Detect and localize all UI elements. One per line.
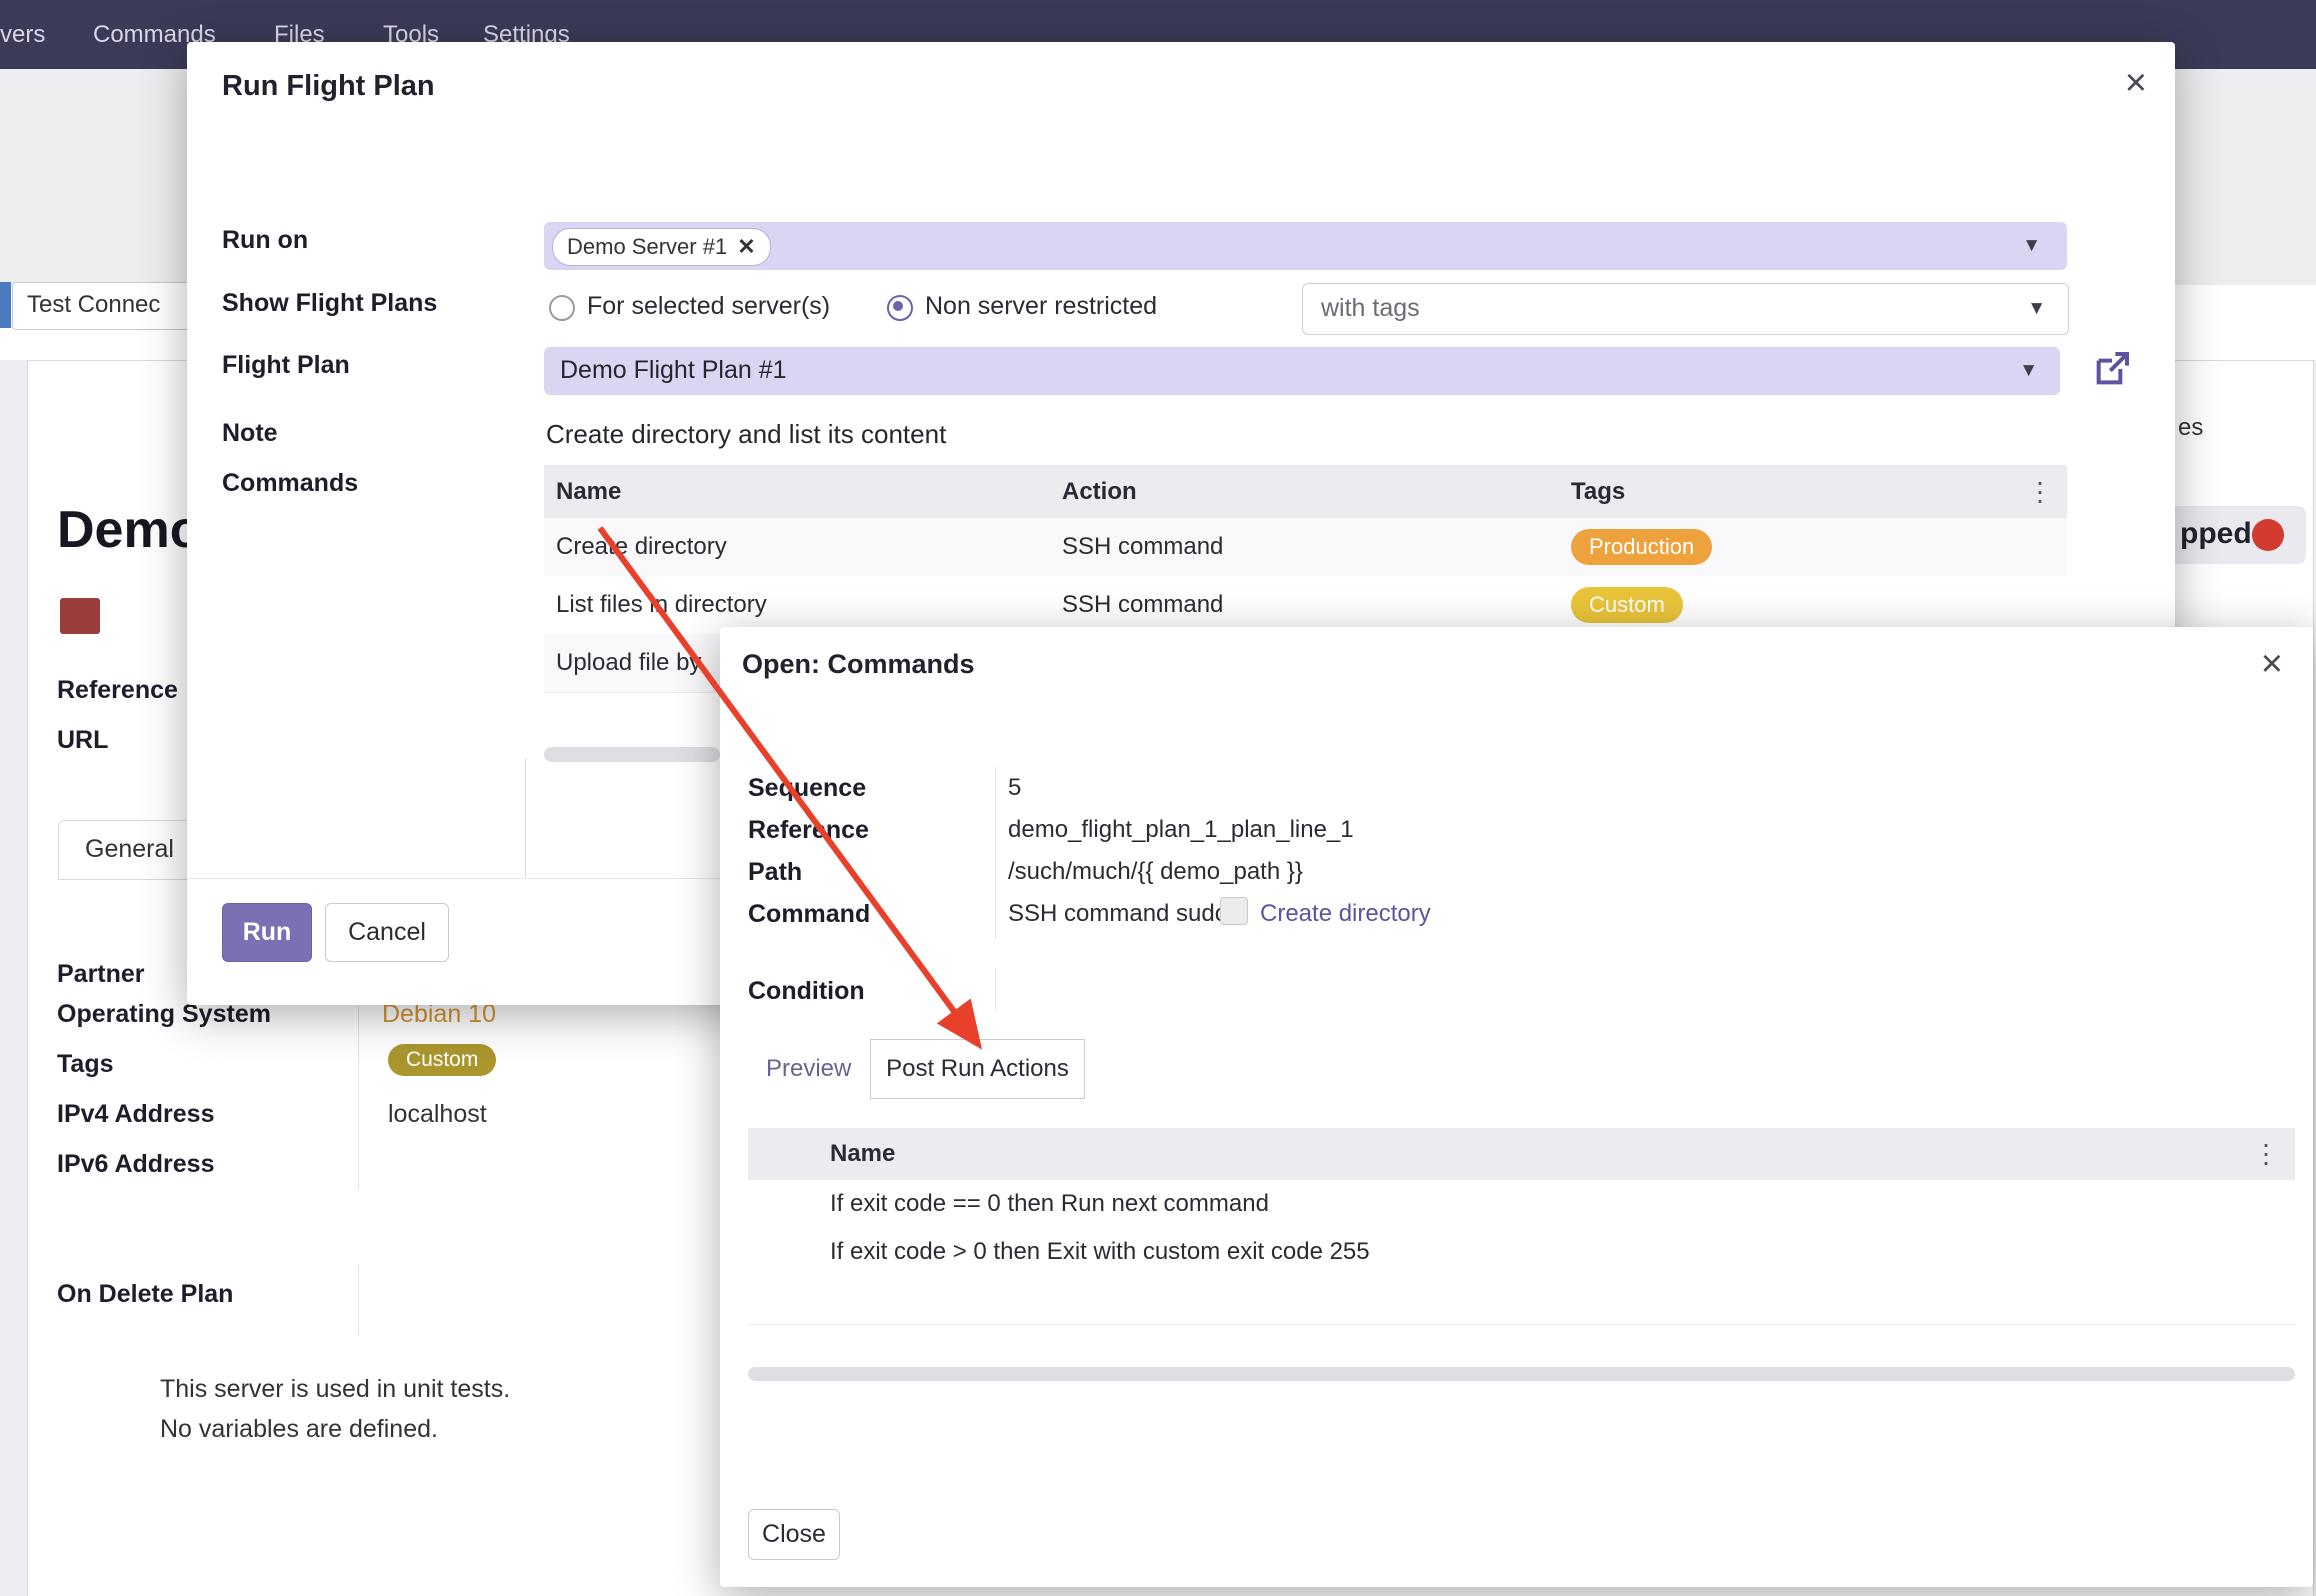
radio-for-selected-servers-label: For selected server(s) [587,292,830,321]
tab-preview[interactable]: Preview [766,1055,851,1083]
table-row-empty [748,1276,2295,1325]
server-chip-label: Demo Server #1 [567,234,727,260]
open-modal-close-icon[interactable]: × [2261,645,2283,683]
nav-item-servers[interactable]: vers [0,0,45,69]
server-heading: Demo [57,500,201,560]
cell-name: Create directory [556,533,727,561]
sequence-label: Sequence [748,774,866,803]
col-name[interactable]: Name [830,1140,895,1168]
unit-test-note: This server is used in unit tests. [160,1375,510,1404]
create-directory-link[interactable]: Create directory [1260,900,1431,928]
external-link-icon[interactable] [2092,349,2132,389]
cell-name: If exit code > 0 then Exit with custom e… [830,1238,1370,1266]
condition-label: Condition [748,977,865,1006]
reference-label: Reference [748,816,869,845]
table-row[interactable]: If exit code > 0 then Exit with custom e… [748,1228,2295,1277]
chevron-down-icon: ▼ [2019,360,2038,382]
path-label: Path [748,858,802,887]
radio-for-selected-servers[interactable] [549,295,575,321]
chevron-down-icon: ▼ [2022,235,2041,257]
commands-table-header: Name Action Tags ⋮ [544,465,2067,519]
command-checkbox[interactable] [1220,897,1248,925]
status-partial-label: pped [2180,517,2252,551]
run-button[interactable]: Run [222,903,312,962]
path-value: /such/much/{{ demo_path }} [1008,858,1303,886]
radio-non-server-restricted[interactable] [887,295,913,321]
cancel-button[interactable]: Cancel [325,903,449,962]
show-flight-plans-label: Show Flight Plans [222,289,437,318]
chip-remove-icon[interactable]: ✕ [737,234,755,260]
open-commands-modal: Open: Commands × Sequence Reference Path… [720,627,2313,1587]
flight-plan-select[interactable]: Demo Flight Plan #1 ▼ [544,347,2060,395]
divider-line [525,758,526,878]
partial-primary-button[interactable] [0,282,11,328]
color-swatch [60,598,100,634]
table-options-icon[interactable]: ⋮ [2253,1139,2279,1170]
close-button[interactable]: Close [748,1509,840,1560]
cell-name: List files in directory [556,591,767,619]
flight-plan-label: Flight Plan [222,351,350,380]
cell-action: SSH command [1062,591,1223,619]
cell-action: SSH command [1062,533,1223,561]
with-tags-dropdown-value: with tags [1321,294,1420,323]
run-modal-close-icon[interactable]: × [2125,64,2147,102]
run-on-label: Run on [222,226,308,255]
col-action[interactable]: Action [1062,478,1137,506]
run-on-field[interactable]: Demo Server #1 ✕ ▼ [544,222,2067,270]
table-row[interactable]: Create directory SSH command Production [544,518,2067,577]
reference-label: Reference [57,676,178,705]
ipv6-label: IPv6 Address [57,1150,214,1179]
open-modal-title: Open: Commands [742,649,975,680]
tags-badge: Custom [388,1044,496,1076]
reference-value: demo_flight_plan_1_plan_line_1 [1008,816,1354,844]
radio-non-server-restricted-label: Non server restricted [925,292,1157,321]
field-divider-line-2 [358,1265,359,1335]
condition-divider [995,968,996,1010]
tag-badge: Production [1571,529,1712,565]
col-name[interactable]: Name [556,478,621,506]
col-tags[interactable]: Tags [1571,478,1625,506]
url-label: URL [57,726,108,755]
note-label: Note [222,419,278,448]
on-delete-plan-label: On Delete Plan [57,1280,233,1309]
with-tags-dropdown[interactable]: with tags ▼ [1302,283,2069,335]
actions-table-header: Name ⋮ [748,1128,2295,1181]
run-modal-title: Run Flight Plan [222,70,435,103]
partner-label: Partner [57,960,145,989]
commands-label: Commands [222,469,358,498]
screen: vers Commands Files Tools Settings Test … [0,0,2316,1596]
cell-name: If exit code == 0 then Run next command [830,1190,1269,1218]
partial-right-text: es [2178,414,2203,442]
ipv4-label: IPv4 Address [57,1100,214,1129]
no-variables-note: No variables are defined. [160,1415,438,1444]
tag-badge: Custom [1571,587,1683,623]
horizontal-scrollbar[interactable] [748,1367,2295,1381]
tab-post-run-actions[interactable]: Post Run Actions [870,1039,1085,1099]
horizontal-scrollbar[interactable] [544,747,720,762]
test-connection-button[interactable]: Test Connec [12,282,208,330]
label-value-divider [995,767,996,939]
flight-plan-select-value: Demo Flight Plan #1 [560,356,787,385]
command-label: Command [748,900,870,929]
ipv4-value: localhost [388,1100,487,1129]
command-value: SSH command sudo [1008,900,1228,928]
table-row[interactable]: If exit code == 0 then Run next command [748,1180,2295,1229]
server-chip[interactable]: Demo Server #1 ✕ [552,228,771,266]
status-red-dot [2252,519,2284,551]
tags-label: Tags [57,1050,114,1079]
chevron-down-icon: ▼ [2027,298,2046,320]
cell-name: Upload file by [556,649,701,677]
table-options-icon[interactable]: ⋮ [2027,476,2053,507]
sequence-value: 5 [1008,774,1021,802]
note-value: Create directory and list its content [546,419,946,450]
